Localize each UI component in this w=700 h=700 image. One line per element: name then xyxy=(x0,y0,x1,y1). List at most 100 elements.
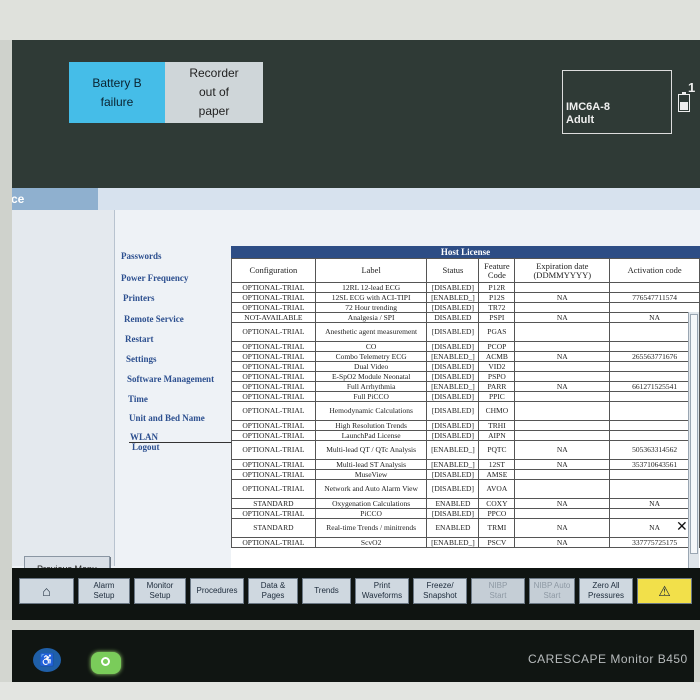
home-icon[interactable]: ⌂ xyxy=(19,578,74,604)
menu-item-unit-bed-name[interactable]: Unit and Bed Name xyxy=(129,413,205,423)
softkey-trends[interactable]: Trends xyxy=(302,578,351,604)
help-icon[interactable]: ♿ xyxy=(33,648,61,672)
softkey-zero-all-pressures[interactable]: Zero All Pressures xyxy=(579,578,633,604)
table-header-row: Configuration Label Status Feature Code … xyxy=(231,258,700,283)
menu-item-restart[interactable]: Restart xyxy=(125,334,154,344)
cell-configuration: OPTIONAL-TRIAL xyxy=(231,391,316,402)
table-row: OPTIONAL-TRIAL Full PiCCO [DISABLED] PPIC xyxy=(231,391,700,402)
cell-status: [DISABLED] xyxy=(426,430,480,441)
header-expiration-date: Expiration date (DDMMYYYY) xyxy=(514,258,611,283)
cell-feature-code: PARR xyxy=(478,381,516,392)
cell-feature-code: PPIC xyxy=(478,391,516,402)
softkey-nibp-auto-start[interactable]: NIBP Auto Start xyxy=(529,578,575,604)
cell-expiration: NA xyxy=(514,351,611,362)
menu-item-logout[interactable]: Logout xyxy=(132,442,160,452)
softkey-monitor-setup[interactable]: Monitor Setup xyxy=(134,578,186,604)
power-button[interactable] xyxy=(91,652,121,674)
battery-alarm[interactable]: Battery B failure xyxy=(69,62,165,123)
cell-status: [DISABLED] xyxy=(426,282,480,293)
cell-configuration: OPTIONAL-TRIAL xyxy=(231,361,316,372)
softkey-alarm-setup[interactable]: Alarm Setup xyxy=(78,578,130,604)
cell-feature-code: PPCO xyxy=(478,508,516,519)
cell-configuration: STANDARD xyxy=(231,518,316,538)
softkey-procedures[interactable]: Procedures xyxy=(190,578,244,604)
cell-activation xyxy=(609,430,700,441)
cell-label: LaunchPad License xyxy=(314,430,428,441)
header-configuration: Configuration xyxy=(231,258,316,283)
cell-status: [DISABLED] xyxy=(426,401,480,421)
cell-configuration: OPTIONAL-TRIAL xyxy=(231,479,316,499)
cell-status: ENABLED xyxy=(426,518,480,538)
cell-expiration xyxy=(514,341,611,352)
cell-expiration xyxy=(514,361,611,372)
menu-divider xyxy=(129,442,233,443)
cell-configuration: OPTIONAL-TRIAL xyxy=(231,440,316,460)
service-title-bar xyxy=(98,188,700,210)
cell-configuration: OPTIONAL-TRIAL xyxy=(231,371,316,382)
cell-status: [DISABLED] xyxy=(426,371,480,382)
softkey-freeze-snapshot[interactable]: Freeze/ Snapshot xyxy=(413,578,467,604)
table-scrollbar[interactable] xyxy=(688,312,699,568)
battery-icon xyxy=(678,92,690,112)
cell-label: Oxygenation Calculations xyxy=(314,498,428,509)
cell-feature-code: P12R xyxy=(478,282,516,293)
header-feature-code: Feature Code xyxy=(478,258,516,283)
cell-feature-code: TRMI xyxy=(478,518,516,538)
cell-label: CO xyxy=(314,341,428,352)
cell-activation xyxy=(609,420,700,431)
cell-activation xyxy=(609,508,700,519)
softkey-print-waveforms[interactable]: Print Waveforms xyxy=(355,578,409,604)
menu-item-power-frequency[interactable]: Power Frequency xyxy=(121,273,188,283)
softkey-nibp-start[interactable]: NIBP Start xyxy=(471,578,525,604)
bed-number-partial: 1 xyxy=(688,80,696,95)
left-panel: Previous Menu xyxy=(0,210,115,582)
cell-status: [ENABLED_] xyxy=(426,292,480,303)
cell-configuration: OPTIONAL-TRIAL xyxy=(231,351,316,362)
cell-expiration xyxy=(514,371,611,382)
cell-label: E-SpO2 Module Neonatal xyxy=(314,371,428,382)
cell-feature-code: VID2 xyxy=(478,361,516,372)
menu-item-remote-service[interactable]: Remote Service xyxy=(124,314,184,324)
cell-status: [DISABLED] xyxy=(426,508,480,519)
alarm-bar: Battery B failure Recorder out of paper … xyxy=(0,40,700,188)
cell-configuration: NOT-AVAILABLE xyxy=(231,312,316,323)
cell-label: ScvO2 xyxy=(314,537,428,548)
cell-expiration xyxy=(514,479,611,499)
patient-info-box[interactable]: IMC6A-8 Adult xyxy=(562,70,672,134)
cell-status: [ENABLED_] xyxy=(426,440,480,460)
table-row: OPTIONAL-TRIAL Full Arrhythmia [ENABLED_] P… xyxy=(231,381,700,392)
table-row: OPTIONAL-TRIAL High Resolution Trends [DIS… xyxy=(231,420,700,431)
cell-activation: 353710643561 xyxy=(609,459,700,470)
cell-feature-code: ACMB xyxy=(478,351,516,362)
cell-feature-code: COXY xyxy=(478,498,516,509)
cell-expiration: NA xyxy=(514,498,611,509)
alarm-bell-icon[interactable]: ⚠ xyxy=(637,578,692,604)
close-icon[interactable]: ✕ xyxy=(676,518,688,535)
cell-activation: 265563771676 xyxy=(609,351,700,362)
menu-item-settings[interactable]: Settings xyxy=(126,354,157,364)
device-brand: CARESCAPE Monitor B450 xyxy=(528,652,688,666)
menu-item-wlan[interactable]: WLAN xyxy=(130,432,158,442)
cell-label: 72 Hour trending xyxy=(314,302,428,313)
cell-feature-code: PSCV xyxy=(478,537,516,548)
softkey-data-pages[interactable]: Data & Pages xyxy=(248,578,298,604)
host-license-table: Configuration Label Status Feature Code … xyxy=(231,258,700,548)
cell-label: Dual Video xyxy=(314,361,428,372)
bezel-left xyxy=(0,40,12,660)
recorder-alarm[interactable]: Recorder out of paper xyxy=(165,62,263,123)
host-license-panel: Host License Configuration Label Status … xyxy=(231,246,700,602)
cell-activation: 505363314562 xyxy=(609,440,700,460)
table-row: OPTIONAL-TRIAL 72 Hour trending [DISABLED]… xyxy=(231,302,700,313)
table-row: OPTIONAL-TRIAL Multi-lead ST Analysis [ENA… xyxy=(231,459,700,470)
menu-item-printers[interactable]: Printers xyxy=(123,293,155,303)
cell-configuration: OPTIONAL-TRIAL xyxy=(231,322,316,342)
scrollbar-thumb[interactable] xyxy=(690,314,698,554)
cell-label: Multi-lead QT / QTc Analysis xyxy=(314,440,428,460)
cell-activation: 776547711574 xyxy=(609,292,700,303)
menu-item-software-management[interactable]: Software Management xyxy=(127,374,214,384)
menu-item-passwords[interactable]: Passwords xyxy=(121,251,162,261)
cell-feature-code: P12S xyxy=(478,292,516,303)
menu-item-time[interactable]: Time xyxy=(128,394,148,404)
cell-label: Full PiCCO xyxy=(314,391,428,402)
table-row: STANDARD Oxygenation Calculations ENABLED C… xyxy=(231,498,700,509)
